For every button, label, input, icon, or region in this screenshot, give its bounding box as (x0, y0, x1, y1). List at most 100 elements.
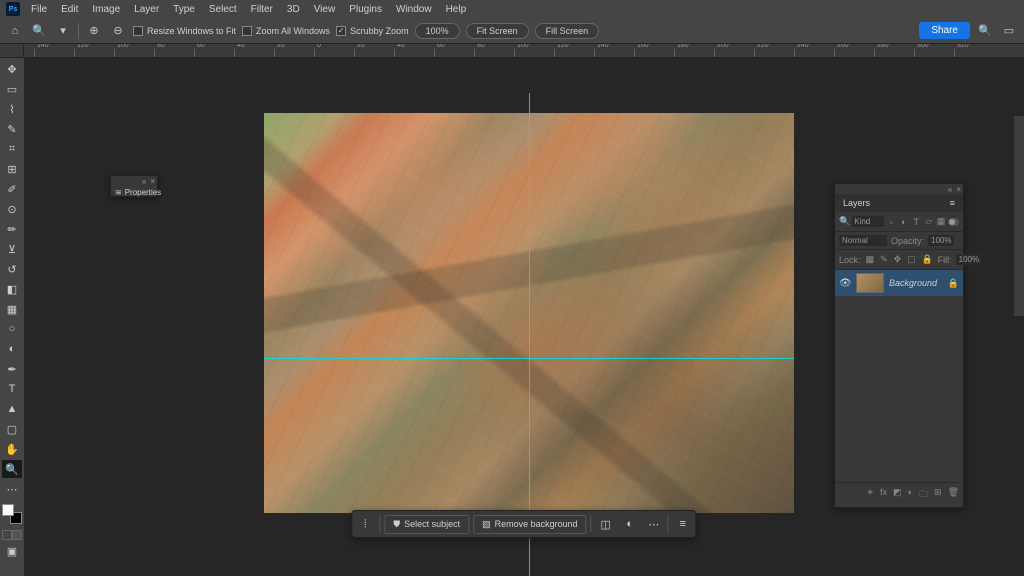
transform-icon[interactable]: ◫ (596, 514, 616, 534)
filter-pixel-icon[interactable]: ▫ (886, 215, 896, 228)
filter-adjust-icon[interactable]: ◐ (899, 215, 909, 228)
lock-position-icon[interactable]: ✥ (893, 253, 903, 266)
pen-tool[interactable]: ✒ (2, 360, 22, 378)
zoom-tool-icon[interactable]: 🔍 (30, 22, 48, 40)
vertical-guide[interactable] (529, 93, 530, 576)
filter-shape-icon[interactable]: ▱ (923, 215, 933, 228)
screen-mode[interactable]: ▣ (2, 542, 22, 560)
home-icon[interactable]: ⌂ (6, 22, 24, 40)
scrubby-zoom-checkbox[interactable]: Scrubby Zoom (336, 26, 409, 36)
lock-artboard-icon[interactable]: ▢ (906, 253, 917, 266)
history-brush-tool[interactable]: ↺ (2, 260, 22, 278)
menu-window[interactable]: Window (389, 2, 439, 17)
lock-image-icon[interactable]: ✎ (879, 253, 889, 266)
collapse-icon[interactable]: « (142, 177, 146, 186)
fill-screen-button[interactable]: Fill Screen (535, 23, 600, 39)
more-icon[interactable]: ⋯ (644, 514, 664, 534)
zoom-all-checkbox[interactable]: Zoom All Windows (242, 26, 330, 36)
filter-type-icon[interactable]: T (911, 215, 921, 228)
kind-filter-input[interactable] (852, 216, 884, 227)
brush-tool[interactable]: ✏ (2, 220, 22, 238)
lock-all-icon[interactable]: 🔒 (921, 253, 934, 266)
menu-edit[interactable]: Edit (54, 2, 85, 17)
properties-panel[interactable]: « × ≋ Properties (110, 175, 158, 197)
menu-help[interactable]: Help (439, 2, 474, 17)
type-tool[interactable]: T (2, 380, 22, 398)
layer-name[interactable]: Background (889, 278, 937, 288)
resize-windows-checkbox[interactable]: Resize Windows to Fit (133, 26, 236, 36)
opacity-value[interactable]: 100% (928, 235, 954, 246)
fit-screen-button[interactable]: Fit Screen (466, 23, 529, 39)
edit-toolbar[interactable]: ⋯ (2, 480, 22, 498)
menu-plugins[interactable]: Plugins (342, 2, 389, 17)
filter-toggle[interactable] (948, 218, 959, 226)
layers-tab[interactable]: Layers ≡ (835, 194, 963, 212)
lasso-tool[interactable]: ⌇ (2, 100, 22, 118)
blur-tool[interactable]: ○ (2, 320, 22, 338)
zoom-tool[interactable]: 🔍 (2, 460, 22, 478)
horizontal-ruler[interactable]: 1401201008060402002040608010012014016018… (24, 44, 1024, 58)
delete-layer-icon[interactable]: 🗑 (948, 487, 959, 503)
gradient-tool[interactable]: ▦ (2, 300, 22, 318)
menu-select[interactable]: Select (202, 2, 244, 17)
crop-tool[interactable]: ⌗ (2, 140, 22, 158)
lock-transparency-icon[interactable]: ▩ (865, 253, 876, 266)
menu-view[interactable]: View (307, 2, 343, 17)
path-select-tool[interactable]: ▲ (2, 400, 22, 418)
layer-mask-icon[interactable]: ◩ (893, 487, 902, 503)
adjustment-layer-icon[interactable]: ◐ (908, 487, 913, 503)
foreground-color[interactable] (2, 504, 14, 516)
eraser-tool[interactable]: ◧ (2, 280, 22, 298)
link-layers-icon[interactable]: ⚭ (866, 487, 874, 503)
visibility-icon[interactable]: 👁 (839, 278, 851, 289)
chevron-down-icon[interactable]: ▾ (54, 22, 72, 40)
healing-tool[interactable]: ⊙ (2, 200, 22, 218)
zoom-in-icon[interactable]: ⊕ (85, 22, 103, 40)
close-icon[interactable]: × (150, 177, 155, 186)
adjustment-icon[interactable]: ◐ (620, 514, 640, 534)
taskbar-properties-icon[interactable]: ≡ (673, 514, 693, 534)
search-icon[interactable]: 🔍 (976, 22, 994, 40)
filter-smart-icon[interactable]: ▦ (936, 215, 947, 228)
close-icon[interactable]: × (956, 185, 961, 194)
group-icon[interactable]: 🗀 (919, 487, 928, 503)
canvas-area[interactable]: « × ≋ Properties « × Layers ≡ 🔍 ▫ ◐ T ▱ … (24, 58, 1024, 576)
quick-mask-toggle[interactable] (2, 530, 22, 540)
menu-filter[interactable]: Filter (244, 2, 280, 17)
taskbar-handle-icon[interactable]: ⦙ (355, 514, 375, 534)
panel-menu-icon[interactable]: ≡ (950, 198, 955, 208)
menu-image[interactable]: Image (85, 2, 127, 17)
layer-thumbnail[interactable] (856, 273, 884, 293)
right-panel-strip[interactable] (1014, 116, 1024, 316)
dodge-tool[interactable]: ◐ (2, 340, 22, 358)
layer-row-background[interactable]: 👁 Background 🔒 (835, 270, 963, 296)
shape-tool[interactable]: ▢ (2, 420, 22, 438)
hand-tool[interactable]: ✋ (2, 440, 22, 458)
new-layer-icon[interactable]: ⊞ (934, 487, 942, 503)
workspace-icon[interactable]: ▭ (1000, 22, 1018, 40)
menu-file[interactable]: File (24, 2, 54, 17)
menu-type[interactable]: Type (166, 2, 202, 17)
blend-mode-select[interactable]: Normal (839, 235, 887, 246)
fill-value[interactable]: 100% (956, 254, 982, 265)
properties-tab-label[interactable]: Properties (125, 188, 161, 197)
menu-3d[interactable]: 3D (280, 2, 307, 17)
collapse-icon[interactable]: « (948, 185, 952, 194)
stamp-tool[interactable]: ⊻ (2, 240, 22, 258)
remove-background-button[interactable]: ▧ Remove background (473, 515, 587, 534)
eyedropper-tool[interactable]: ✐ (2, 180, 22, 198)
menu-layer[interactable]: Layer (127, 2, 166, 17)
zoom-out-icon[interactable]: ⊖ (109, 22, 127, 40)
select-subject-button[interactable]: ⛊ Select subject (384, 515, 469, 534)
share-button[interactable]: Share (919, 22, 970, 39)
marquee-tool[interactable]: ▭ (2, 80, 22, 98)
horizontal-guide[interactable] (264, 358, 794, 359)
quick-select-tool[interactable]: ✎ (2, 120, 22, 138)
move-tool[interactable]: ✥ (2, 60, 22, 78)
contextual-task-bar[interactable]: ⦙ ⛊ Select subject ▧ Remove background ◫… (351, 510, 696, 538)
color-swatches[interactable] (2, 504, 22, 524)
layer-style-icon[interactable]: fx (880, 487, 887, 503)
frame-tool[interactable]: ⊞ (2, 160, 22, 178)
lock-icon[interactable]: 🔒 (948, 278, 959, 289)
zoom-100-button[interactable]: 100% (415, 23, 460, 39)
